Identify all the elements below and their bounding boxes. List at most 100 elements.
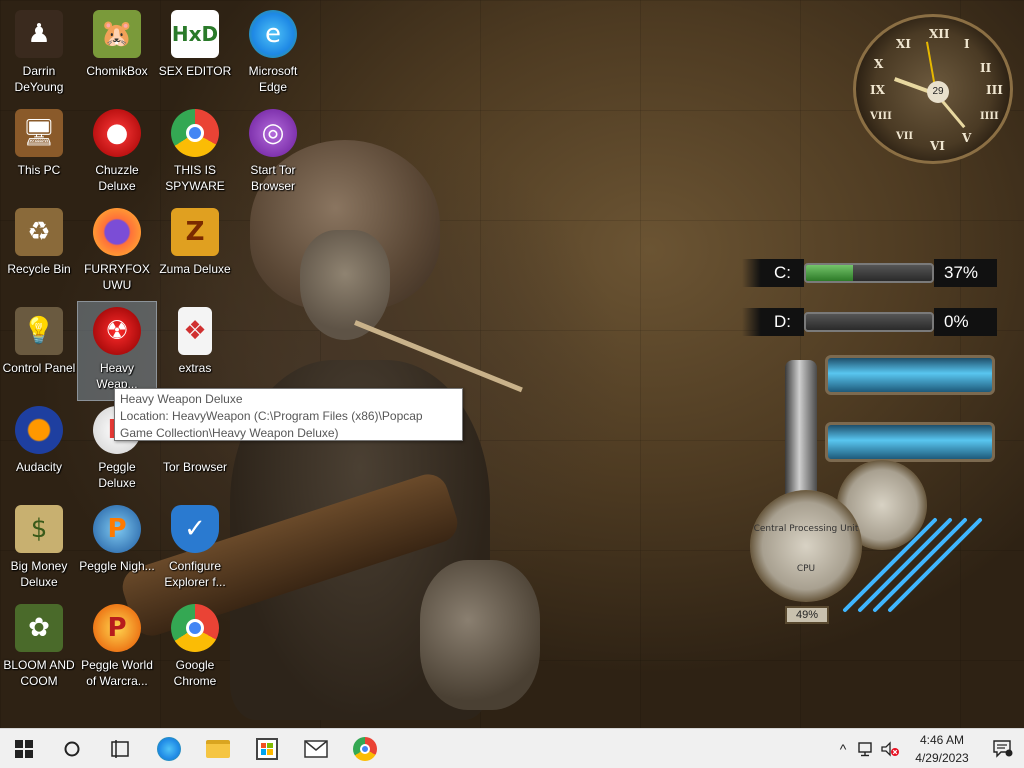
icon-tooltip: Heavy Weapon Deluxe Location: HeavyWeapo…	[114, 388, 463, 441]
task-view-button[interactable]	[96, 729, 144, 768]
taskbar-chrome[interactable]	[340, 729, 389, 768]
desktop-icon-bloom-and-coom[interactable]: ✿ BLOOM AND COOM	[0, 599, 78, 697]
clock-numeral-3: III	[986, 83, 1003, 97]
desktop-icon-label: Microsoft Edge	[248, 64, 298, 94]
peggle-wow-icon: P	[93, 604, 141, 652]
volume-button[interactable]	[878, 729, 902, 768]
network-icon	[858, 742, 872, 757]
desktop-icon-chomikbox[interactable]: 🐹 ChomikBox	[78, 5, 156, 103]
desktop-icon-label: Recycle Bin	[7, 262, 71, 276]
taskbar-microsoft-store[interactable]	[242, 729, 291, 768]
action-center-button[interactable]	[982, 729, 1024, 768]
desktop-icon-label: Audacity	[15, 460, 63, 474]
desktop-icon-big-money[interactable]: $ Big Money Deluxe	[0, 500, 78, 598]
clock-numeral-8: VIII	[870, 111, 892, 122]
search-button[interactable]	[48, 729, 96, 768]
desktop-icon-configure-explorer[interactable]: ✓ Configure Explorer f...	[156, 500, 234, 598]
desktop-icon-recycle-bin[interactable]: ♻ Recycle Bin	[0, 203, 78, 301]
desktop-icon-microsoft-edge[interactable]: e Microsoft Edge	[234, 5, 312, 103]
drive-meter-d[interactable]: D: 0%	[742, 308, 997, 336]
notification-icon	[993, 740, 1013, 758]
drive-meter-c[interactable]: C: 37%	[742, 259, 997, 287]
firefox-icon	[93, 208, 141, 256]
desktop-icon-darrin-deyoung[interactable]: ♟ Darrin DeYoung	[0, 5, 78, 103]
windows-logo-icon	[15, 739, 33, 758]
clock-numeral-7: VII	[896, 131, 914, 142]
desktop-icon-furryfox[interactable]: FURRYFOX UWU	[78, 203, 156, 301]
desktop-icon-control-panel[interactable]: 💡 Control Panel	[0, 302, 78, 400]
heavy-weapon-icon: ☢	[93, 307, 141, 355]
desktop-icon-hxd[interactable]: HxD SEX EDITOR	[156, 5, 234, 103]
desktop-icon-label: Tor Browser	[162, 460, 227, 474]
system-tray: ^ 4:46 AM 4/29/2023	[832, 729, 1024, 768]
peggle-nights-icon: P	[93, 505, 141, 553]
edge-icon	[156, 736, 181, 761]
desktop-icon-label: Peggle Deluxe	[98, 460, 136, 490]
desktop-icon-peggle-wow[interactable]: P Peggle World of Warcra...	[78, 599, 156, 697]
desktop-icon-label: extras	[178, 361, 212, 375]
drive-usage-percent: 37%	[934, 259, 997, 287]
start-button[interactable]	[0, 729, 48, 768]
memory-tube-gauge	[825, 422, 995, 462]
clock-date-dial: 29	[927, 81, 949, 103]
steampunk-clock-widget[interactable]: XII I II III IIII V VI VII VIII IX X XI …	[853, 14, 1013, 164]
desktop-icon-label: ChomikBox	[86, 64, 148, 78]
clock-numeral-11: XI	[896, 37, 911, 51]
wallpaper-face	[300, 230, 390, 340]
hamster-box-icon: 🐹	[93, 10, 141, 58]
desktop-icon-this-pc[interactable]: 🖥 This PC	[0, 104, 78, 202]
recycle-bin-icon: ♻	[15, 208, 63, 256]
desktop-icon-audacity[interactable]: Audacity	[0, 401, 78, 499]
desktop-icon-label: Google Chrome	[173, 658, 217, 688]
desktop-icon-label: Big Money Deluxe	[10, 559, 68, 589]
desktop-icon-label: Chuzzle Deluxe	[95, 163, 139, 193]
taskbar-mail[interactable]	[291, 729, 340, 768]
zuma-icon: Z	[171, 208, 219, 256]
microsoft-store-icon	[255, 737, 278, 760]
clock-numeral-2: II	[980, 61, 992, 75]
desktop-icon-label: Zuma Deluxe	[159, 262, 231, 276]
taskbar-edge[interactable]	[144, 729, 193, 768]
tor-icon: ◎	[249, 109, 297, 157]
steampunk-system-monitor-widget[interactable]: Central Processing Unit CPU 49%	[745, 350, 1000, 650]
file-icon: ❖	[178, 307, 212, 355]
desktop-icon-zuma-deluxe[interactable]: Z Zuma Deluxe	[156, 203, 234, 301]
desktop-icon-label: Peggle World of Warcra...	[81, 658, 153, 688]
taskbar-file-explorer[interactable]	[193, 729, 242, 768]
clock-numeral-12: XII	[929, 27, 950, 41]
volume-muted-icon	[881, 741, 899, 757]
control-panel-icon: 💡	[15, 307, 63, 355]
person-portrait-icon: ♟	[15, 10, 63, 58]
clock-numeral-10: X	[874, 57, 884, 71]
show-hidden-icons-button[interactable]: ^	[832, 729, 854, 768]
mail-icon	[303, 739, 328, 758]
clock-numeral-6: VI	[930, 139, 945, 153]
desktop-icon-heavy-weapon[interactable]: ☢ Heavy Weap...	[77, 301, 157, 401]
hxd-editor-icon: HxD	[171, 10, 219, 58]
drive-label: C:	[742, 259, 804, 287]
drive-label: D:	[742, 308, 804, 336]
clock-numeral-4: IIII	[980, 111, 999, 122]
desktop-icon-extras[interactable]: ❖ extras	[156, 302, 234, 400]
task-view-icon	[111, 739, 129, 758]
desktop-icon-this-is-spyware[interactable]: THIS IS SPYWARE	[156, 104, 234, 202]
clock-numeral-5: V	[962, 131, 972, 145]
desktop-icon-peggle-nights[interactable]: P Peggle Nigh...	[78, 500, 156, 598]
desktop-icon-google-chrome[interactable]: Google Chrome	[156, 599, 234, 697]
clock-numeral-9: IX	[870, 83, 885, 97]
tray-date: 4/29/2023	[915, 751, 969, 765]
desktop-icon-chuzzle-deluxe[interactable]: ● Chuzzle Deluxe	[78, 104, 156, 202]
chrome-icon	[171, 604, 219, 652]
desktop-icon-label: This PC	[17, 163, 61, 177]
desktop-icon-label: THIS IS SPYWARE	[165, 163, 225, 193]
desktop-icon-label: FURRYFOX UWU	[84, 262, 150, 292]
network-button[interactable]	[854, 729, 878, 768]
taskbar-clock[interactable]: 4:46 AM 4/29/2023	[902, 731, 982, 767]
tray-time: 4:46 AM	[919, 733, 965, 747]
cortana-circle-icon	[64, 741, 80, 756]
desktop-icon-label: SEX EDITOR	[158, 64, 232, 78]
cpu-percent-readout: 49%	[785, 606, 829, 624]
flower-icon: ✿	[15, 604, 63, 652]
chrome-icon	[352, 736, 377, 761]
desktop-icon-start-tor-browser[interactable]: ◎ Start Tor Browser	[234, 104, 312, 202]
